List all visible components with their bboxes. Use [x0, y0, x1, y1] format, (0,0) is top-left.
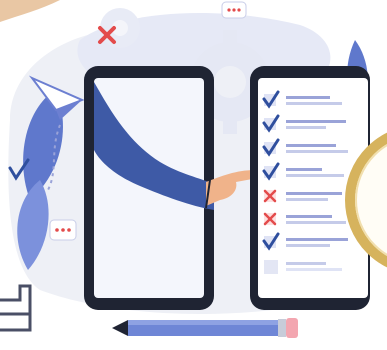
chat-bubble-icon — [221, 1, 247, 19]
checklist-illustration — [0, 0, 387, 338]
pencil-icon — [112, 318, 298, 338]
chat-bubble-icon-left — [49, 219, 77, 241]
toolbox-icon — [0, 284, 32, 332]
tablet-left — [84, 66, 214, 310]
illustration-stage — [0, 0, 387, 350]
corner-decoration — [0, 0, 60, 22]
small-gear-icon — [100, 8, 140, 48]
